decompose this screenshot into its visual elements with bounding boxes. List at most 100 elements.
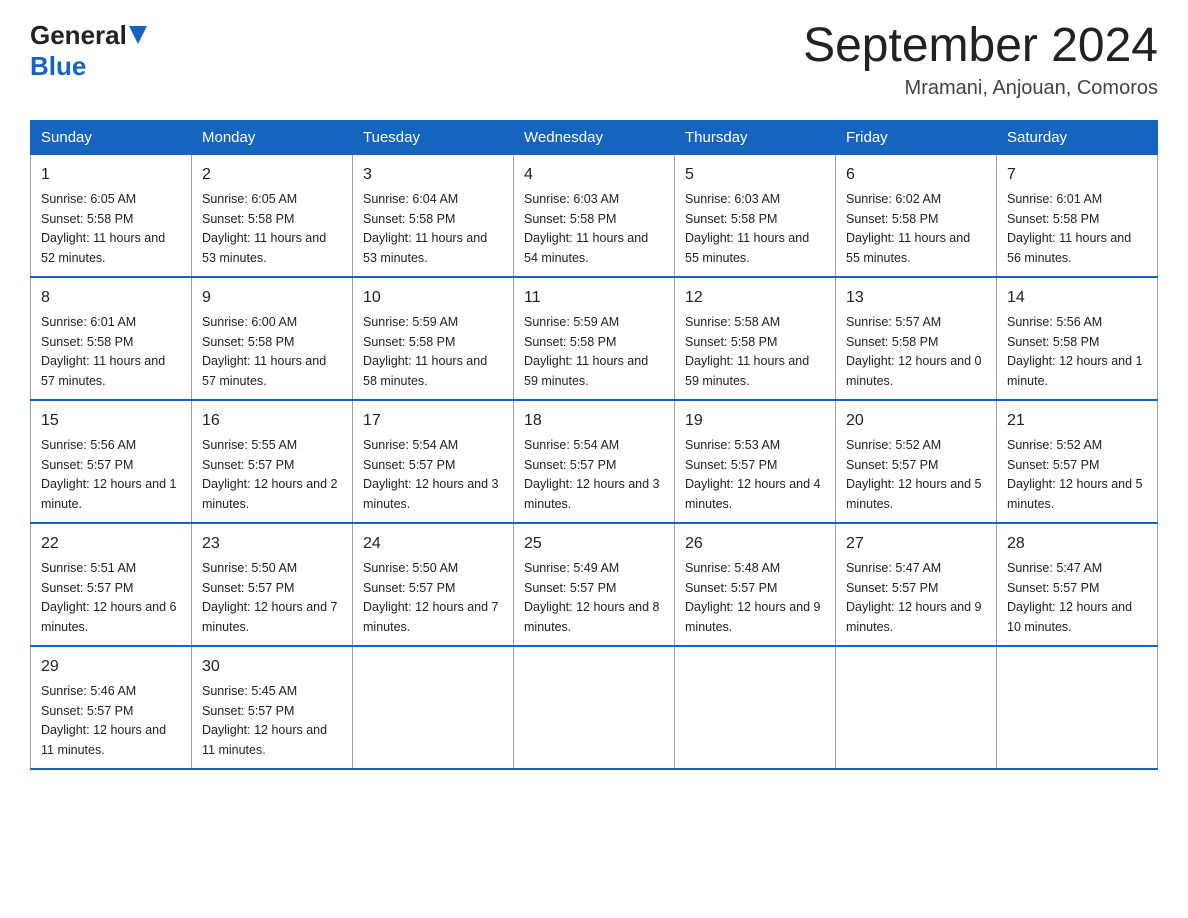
week-row-1: 1 Sunrise: 6:05 AMSunset: 5:58 PMDayligh… [31, 154, 1158, 277]
day-info: Sunrise: 5:47 AMSunset: 5:57 PMDaylight:… [1007, 561, 1132, 634]
calendar-cell: 9 Sunrise: 6:00 AMSunset: 5:58 PMDayligh… [192, 277, 353, 400]
day-number: 5 [685, 163, 825, 187]
calendar-cell: 30 Sunrise: 5:45 AMSunset: 5:57 PMDaylig… [192, 646, 353, 769]
day-number: 3 [363, 163, 503, 187]
day-info: Sunrise: 6:02 AMSunset: 5:58 PMDaylight:… [846, 192, 970, 265]
logo: General Blue [30, 20, 147, 82]
calendar-cell: 15 Sunrise: 5:56 AMSunset: 5:57 PMDaylig… [31, 400, 192, 523]
day-number: 21 [1007, 409, 1147, 433]
day-info: Sunrise: 5:51 AMSunset: 5:57 PMDaylight:… [41, 561, 177, 634]
day-info: Sunrise: 6:04 AMSunset: 5:58 PMDaylight:… [363, 192, 487, 265]
calendar-cell: 4 Sunrise: 6:03 AMSunset: 5:58 PMDayligh… [514, 154, 675, 277]
day-info: Sunrise: 6:05 AMSunset: 5:58 PMDaylight:… [202, 192, 326, 265]
calendar-cell [353, 646, 514, 769]
day-number: 7 [1007, 163, 1147, 187]
calendar-cell: 17 Sunrise: 5:54 AMSunset: 5:57 PMDaylig… [353, 400, 514, 523]
calendar-cell: 25 Sunrise: 5:49 AMSunset: 5:57 PMDaylig… [514, 523, 675, 646]
day-info: Sunrise: 5:59 AMSunset: 5:58 PMDaylight:… [524, 315, 648, 388]
logo-blue: Blue [30, 51, 86, 81]
page-header: General Blue September 2024 Mramani, Anj… [30, 20, 1158, 100]
day-number: 30 [202, 655, 342, 679]
day-number: 18 [524, 409, 664, 433]
calendar-cell: 10 Sunrise: 5:59 AMSunset: 5:58 PMDaylig… [353, 277, 514, 400]
day-info: Sunrise: 5:54 AMSunset: 5:57 PMDaylight:… [363, 438, 499, 511]
week-row-5: 29 Sunrise: 5:46 AMSunset: 5:57 PMDaylig… [31, 646, 1158, 769]
day-number: 10 [363, 286, 503, 310]
day-info: Sunrise: 5:59 AMSunset: 5:58 PMDaylight:… [363, 315, 487, 388]
calendar-cell: 11 Sunrise: 5:59 AMSunset: 5:58 PMDaylig… [514, 277, 675, 400]
calendar-cell: 3 Sunrise: 6:04 AMSunset: 5:58 PMDayligh… [353, 154, 514, 277]
weekday-header-sunday: Sunday [31, 120, 192, 154]
title-block: September 2024 Mramani, Anjouan, Comoros [803, 20, 1158, 100]
calendar-cell: 23 Sunrise: 5:50 AMSunset: 5:57 PMDaylig… [192, 523, 353, 646]
calendar-cell: 14 Sunrise: 5:56 AMSunset: 5:58 PMDaylig… [997, 277, 1158, 400]
day-info: Sunrise: 5:45 AMSunset: 5:57 PMDaylight:… [202, 684, 327, 757]
day-info: Sunrise: 5:56 AMSunset: 5:58 PMDaylight:… [1007, 315, 1143, 388]
day-info: Sunrise: 6:01 AMSunset: 5:58 PMDaylight:… [1007, 192, 1131, 265]
day-number: 12 [685, 286, 825, 310]
day-number: 15 [41, 409, 181, 433]
weekday-header-row: SundayMondayTuesdayWednesdayThursdayFrid… [31, 120, 1158, 154]
calendar-cell: 7 Sunrise: 6:01 AMSunset: 5:58 PMDayligh… [997, 154, 1158, 277]
calendar-cell: 27 Sunrise: 5:47 AMSunset: 5:57 PMDaylig… [836, 523, 997, 646]
day-info: Sunrise: 5:57 AMSunset: 5:58 PMDaylight:… [846, 315, 982, 388]
calendar-cell: 24 Sunrise: 5:50 AMSunset: 5:57 PMDaylig… [353, 523, 514, 646]
day-number: 13 [846, 286, 986, 310]
day-number: 4 [524, 163, 664, 187]
calendar-cell: 13 Sunrise: 5:57 AMSunset: 5:58 PMDaylig… [836, 277, 997, 400]
day-info: Sunrise: 5:52 AMSunset: 5:57 PMDaylight:… [846, 438, 982, 511]
day-info: Sunrise: 5:50 AMSunset: 5:57 PMDaylight:… [202, 561, 338, 634]
day-number: 17 [363, 409, 503, 433]
day-info: Sunrise: 5:47 AMSunset: 5:57 PMDaylight:… [846, 561, 982, 634]
day-number: 9 [202, 286, 342, 310]
weekday-header-saturday: Saturday [997, 120, 1158, 154]
calendar-cell: 8 Sunrise: 6:01 AMSunset: 5:58 PMDayligh… [31, 277, 192, 400]
day-info: Sunrise: 5:49 AMSunset: 5:57 PMDaylight:… [524, 561, 660, 634]
weekday-header-thursday: Thursday [675, 120, 836, 154]
calendar-cell: 28 Sunrise: 5:47 AMSunset: 5:57 PMDaylig… [997, 523, 1158, 646]
logo-triangle-icon [129, 26, 147, 44]
day-info: Sunrise: 5:56 AMSunset: 5:57 PMDaylight:… [41, 438, 177, 511]
calendar-cell [675, 646, 836, 769]
calendar-cell: 22 Sunrise: 5:51 AMSunset: 5:57 PMDaylig… [31, 523, 192, 646]
day-info: Sunrise: 6:05 AMSunset: 5:58 PMDaylight:… [41, 192, 165, 265]
day-number: 28 [1007, 532, 1147, 556]
day-number: 22 [41, 532, 181, 556]
day-info: Sunrise: 6:01 AMSunset: 5:58 PMDaylight:… [41, 315, 165, 388]
day-number: 27 [846, 532, 986, 556]
day-number: 11 [524, 286, 664, 310]
day-number: 19 [685, 409, 825, 433]
day-number: 29 [41, 655, 181, 679]
day-info: Sunrise: 5:55 AMSunset: 5:57 PMDaylight:… [202, 438, 338, 511]
calendar-cell: 20 Sunrise: 5:52 AMSunset: 5:57 PMDaylig… [836, 400, 997, 523]
day-number: 24 [363, 532, 503, 556]
day-info: Sunrise: 5:46 AMSunset: 5:57 PMDaylight:… [41, 684, 166, 757]
calendar-cell: 16 Sunrise: 5:55 AMSunset: 5:57 PMDaylig… [192, 400, 353, 523]
calendar-cell: 26 Sunrise: 5:48 AMSunset: 5:57 PMDaylig… [675, 523, 836, 646]
day-info: Sunrise: 6:03 AMSunset: 5:58 PMDaylight:… [685, 192, 809, 265]
weekday-header-wednesday: Wednesday [514, 120, 675, 154]
day-info: Sunrise: 6:00 AMSunset: 5:58 PMDaylight:… [202, 315, 326, 388]
calendar-cell: 2 Sunrise: 6:05 AMSunset: 5:58 PMDayligh… [192, 154, 353, 277]
calendar-cell: 5 Sunrise: 6:03 AMSunset: 5:58 PMDayligh… [675, 154, 836, 277]
day-number: 16 [202, 409, 342, 433]
day-info: Sunrise: 5:54 AMSunset: 5:57 PMDaylight:… [524, 438, 660, 511]
week-row-3: 15 Sunrise: 5:56 AMSunset: 5:57 PMDaylig… [31, 400, 1158, 523]
day-info: Sunrise: 5:58 AMSunset: 5:58 PMDaylight:… [685, 315, 809, 388]
day-number: 26 [685, 532, 825, 556]
day-info: Sunrise: 5:48 AMSunset: 5:57 PMDaylight:… [685, 561, 821, 634]
calendar-cell [836, 646, 997, 769]
week-row-4: 22 Sunrise: 5:51 AMSunset: 5:57 PMDaylig… [31, 523, 1158, 646]
calendar-cell: 19 Sunrise: 5:53 AMSunset: 5:57 PMDaylig… [675, 400, 836, 523]
location-subtitle: Mramani, Anjouan, Comoros [803, 77, 1158, 100]
calendar-cell: 12 Sunrise: 5:58 AMSunset: 5:58 PMDaylig… [675, 277, 836, 400]
weekday-header-monday: Monday [192, 120, 353, 154]
week-row-2: 8 Sunrise: 6:01 AMSunset: 5:58 PMDayligh… [31, 277, 1158, 400]
logo-general: General [30, 20, 127, 51]
day-number: 25 [524, 532, 664, 556]
weekday-header-friday: Friday [836, 120, 997, 154]
calendar-cell [514, 646, 675, 769]
day-number: 8 [41, 286, 181, 310]
day-number: 14 [1007, 286, 1147, 310]
day-info: Sunrise: 6:03 AMSunset: 5:58 PMDaylight:… [524, 192, 648, 265]
